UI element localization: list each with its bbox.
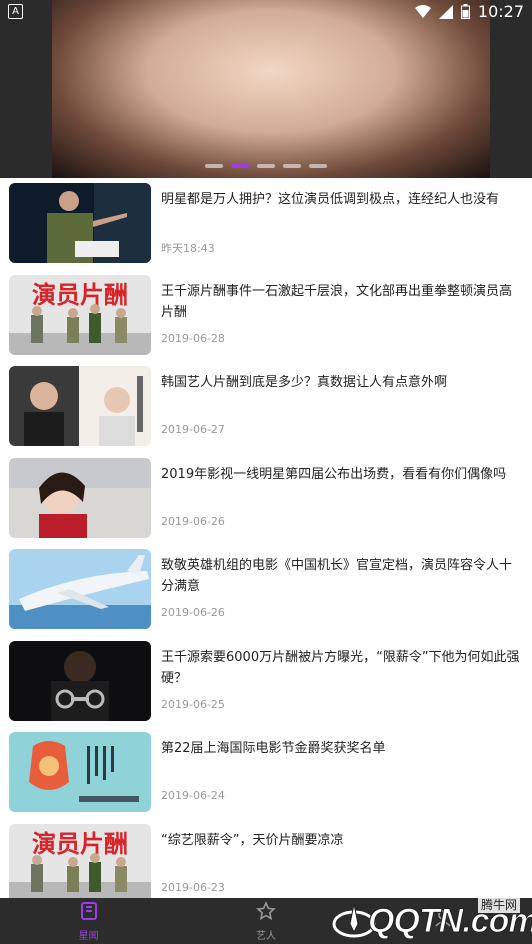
news-title: 2019年影视一线明星第四届公布出场费，看看有你们偶像吗	[161, 466, 507, 482]
news-date: 2019-06-24	[161, 789, 225, 802]
status-time: 10:27	[477, 2, 524, 21]
news-title: 致敬英雄机组的电影《中国机长》官宣定档，演员阵容令人十分满意	[161, 558, 513, 594]
battery-icon	[460, 4, 470, 19]
carousel-dot[interactable]	[283, 164, 301, 168]
svg-text:演员片酬: 演员片酬	[32, 281, 128, 309]
watermark-logo: QQTN.com 腾牛网	[316, 894, 532, 944]
carousel-dot[interactable]	[205, 164, 223, 168]
news-icon	[79, 901, 99, 927]
tab-label: 艺人	[255, 930, 276, 942]
wifi-icon	[414, 4, 431, 18]
news-thumbnail	[9, 732, 151, 812]
carousel-indicator	[0, 164, 532, 168]
news-list-item[interactable]: 演员片酬 王千源片酬事件一石激起千层浪，文化部再出重拳整顿演员高片酬 2019-…	[0, 270, 532, 362]
carousel-dot[interactable]	[309, 164, 327, 168]
watermark-site-name: 腾牛网	[477, 896, 520, 913]
news-list-item[interactable]: 王千源索要6000万片酬被片方曝光，“限薪令”下他为何如此强硬？ 2019-06…	[0, 636, 532, 728]
news-thumbnail	[9, 366, 151, 446]
news-date: 2019-06-28	[161, 331, 225, 345]
news-thumbnail	[9, 640, 151, 721]
signal-icon	[438, 4, 453, 19]
news-list[interactable]: 明星都是万人拥护？这位演员低调到极点，连经纪人也没有 昨天18:43 演员片酬 …	[0, 178, 532, 898]
banner-image-actress-face	[52, 0, 490, 178]
news-title: 韩国艺人片酬到底是多少？真数据让人有点意外啊	[161, 375, 448, 390]
news-thumbnail: 演员片酬	[9, 274, 151, 355]
news-list-item[interactable]: 第22届上海国际电影节金爵奖获奖名单 2019-06-24	[0, 727, 532, 819]
news-date: 昨天18:43	[161, 242, 215, 255]
svg-text:演员片酬: 演员片酬	[32, 830, 128, 858]
notification-icon: A	[8, 4, 23, 19]
news-thumbnail: 演员片酬	[9, 823, 151, 898]
news-thumbnail	[9, 549, 151, 629]
news-thumbnail	[9, 183, 151, 263]
news-date: 2019-06-23	[161, 880, 225, 894]
news-date: 2019-06-26	[161, 514, 225, 528]
news-title: “综艺限薪令”，天价片酬要凉凉	[161, 832, 344, 848]
carousel-dot[interactable]	[257, 164, 275, 168]
top-banner-carousel[interactable]	[0, 0, 532, 178]
news-list-item[interactable]: 韩国艺人片酬到底是多少？真数据让人有点意外啊 2019-06-27	[0, 361, 532, 453]
tab-label: 星闻	[78, 930, 99, 942]
news-date: 2019-06-25	[161, 697, 225, 711]
news-title: 第22届上海国际电影节金爵奖获奖名单	[161, 741, 386, 756]
news-list-item[interactable]: 致敬英雄机组的电影《中国机长》官宣定档，演员阵容令人十分满意 2019-06-2…	[0, 544, 532, 636]
news-date: 2019-06-27	[161, 423, 225, 436]
news-list-item[interactable]: 明星都是万人拥护？这位演员低调到极点，连经纪人也没有 昨天18:43	[0, 178, 532, 270]
carousel-dot[interactable]	[231, 164, 249, 168]
status-bar: A 10:27	[0, 0, 532, 24]
news-date: 2019-06-26	[161, 606, 225, 619]
news-list-item[interactable]: 演员片酬 “综艺限薪令”，天价片酬要凉凉 2019-06-23	[0, 819, 532, 898]
news-thumbnail	[9, 457, 151, 538]
news-title: 明星都是万人拥护？这位演员低调到极点，连经纪人也没有	[161, 192, 500, 207]
tab-news[interactable]: 星闻	[0, 898, 177, 944]
news-title: 王千源索要6000万片酬被片方曝光，“限薪令”下他为何如此强硬？	[161, 649, 520, 686]
news-title: 王千源片酬事件一石激起千层浪，文化部再出重拳整顿演员高片酬	[161, 283, 513, 320]
news-list-item[interactable]: 2019年影视一线明星第四届公布出场费，看看有你们偶像吗 2019-06-26	[0, 453, 532, 545]
star-icon	[256, 900, 276, 927]
